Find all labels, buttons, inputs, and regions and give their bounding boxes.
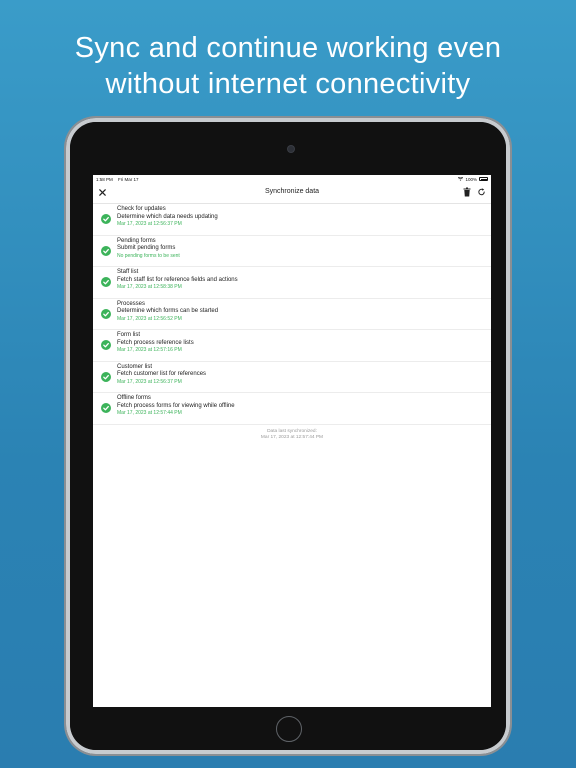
item-description: Submit pending forms [117,245,176,251]
item-description: Fetch process forms for viewing while of… [117,402,235,409]
battery-percent: 100% [465,176,477,182]
item-status: Mar 17, 2023 at 12:57:44 PM [117,410,182,416]
item-status: Mar 17, 2023 at 12:58:38 PM [117,284,182,290]
list-item[interactable]: Customer list Fetch customer list for re… [93,362,491,393]
navbar: Synchronize data [93,183,491,204]
list-item[interactable]: Offline forms Fetch process forms for vi… [93,393,491,425]
item-status: Mar 17, 2023 at 12:56:37 PM [117,378,182,385]
item-status: Mar 17, 2023 at 12:56:52 PM [117,315,182,322]
check-circle-icon [101,371,111,382]
refresh-icon[interactable] [477,187,486,197]
check-circle-icon [101,403,111,413]
headline-line-2: without internet connectivity [105,68,471,100]
check-circle-icon [101,245,111,256]
check-circle-icon [101,214,111,224]
status-bar: 1:58 PM Fri Mar 17 100% [93,175,491,183]
ipad-frame: 1:58 PM Fri Mar 17 100% Synchronize data… [66,118,510,754]
home-button[interactable] [276,716,302,742]
check-circle-icon [101,277,111,287]
item-title: Processes [117,300,146,307]
page-title: Synchronize data [264,188,320,195]
list-item[interactable]: Processes Determine which forms can be s… [93,299,491,330]
status-time: 1:58 PM [96,177,113,182]
item-title: Pending forms [117,237,156,244]
sync-list: Check for updates Determine which data n… [93,204,491,425]
list-item[interactable]: Check for updates Determine which data n… [93,204,491,236]
status-date: Fri Mar 17 [118,177,139,182]
ipad-bezel: 1:58 PM Fri Mar 17 100% Synchronize data… [70,122,506,750]
last-sync-footer: Data last synchronized: Mar 17, 2023 at … [93,429,491,441]
trash-icon[interactable] [463,187,471,197]
item-description: Fetch staff list for reference fields an… [117,276,238,283]
item-title: Form list [117,332,140,338]
app-screen: 1:58 PM Fri Mar 17 100% Synchronize data… [93,175,491,707]
item-title: Customer list [117,363,153,370]
list-item[interactable]: Pending forms Submit pending forms No pe… [93,236,491,267]
list-item[interactable]: Form list Fetch process reference lists … [93,330,491,362]
item-description: Fetch process reference lists [117,339,194,346]
check-circle-icon [101,308,111,319]
camera-icon [288,146,294,152]
item-status: Mar 17, 2023 at 12:56:37 PM [117,221,182,227]
battery-icon [479,177,488,181]
item-description: Determine which forms can be started [117,308,219,314]
headline-line-1: Sync and continue working even [74,32,502,64]
headline: Sync and continue working even without i… [0,30,576,102]
item-title: Check for updates [117,206,166,212]
item-title: Staff list [117,269,139,275]
list-item[interactable]: Staff list Fetch staff list for referenc… [93,267,491,299]
wifi-icon [458,177,464,181]
item-title: Offline forms [117,395,151,401]
check-circle-icon [101,340,111,350]
item-status: Mar 17, 2023 at 12:57:16 PM [117,347,182,353]
item-status: No pending forms to be sent [117,252,180,259]
item-description: Fetch customer list for references [117,371,207,377]
last-sync-value: Mar 17, 2023 at 12:57:44 PM [260,434,324,440]
item-description: Determine which data needs updating [117,213,218,220]
